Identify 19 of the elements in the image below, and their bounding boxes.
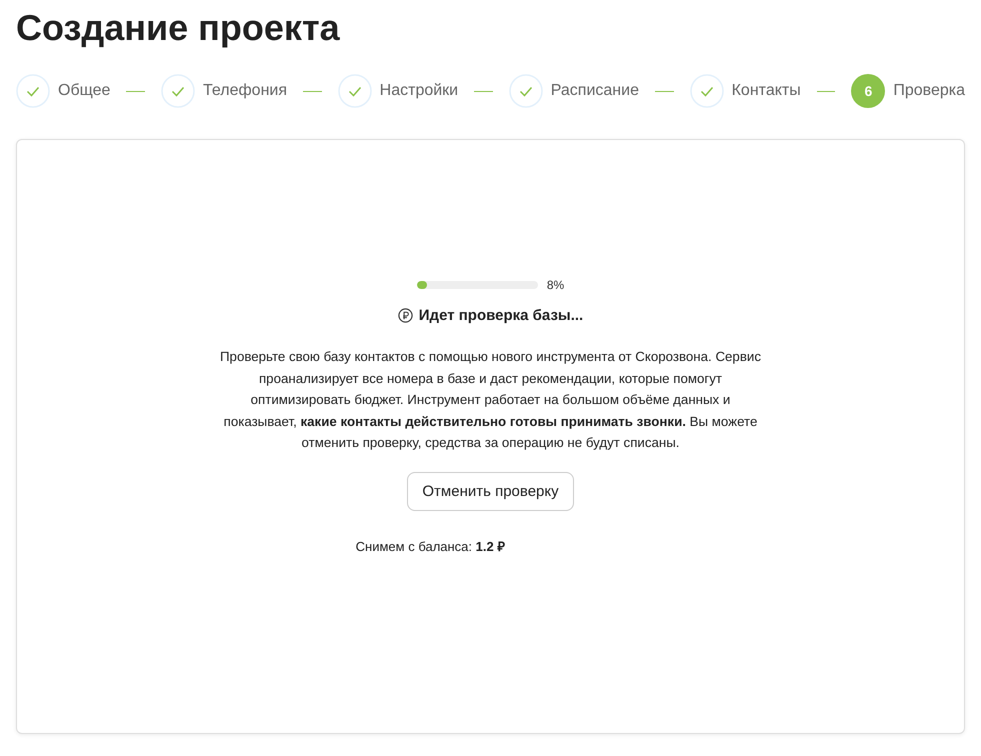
page-title: Создание проекта [16,6,341,50]
check-icon [16,74,50,108]
ruble-icon [398,308,413,323]
step-item[interactable]: Расписание [508,74,639,108]
step-item[interactable]: Телефония [161,74,288,108]
progress-percent: 8% [546,278,564,292]
check-icon [161,74,196,108]
step-item[interactable]: Настройки [338,74,458,108]
check-icon [338,74,372,108]
status-text: Идет проверка базы... [418,307,584,324]
step-number: 6 [851,74,886,108]
check-icon [690,74,724,108]
check-icon [508,74,543,108]
step-item[interactable]: Общее [16,74,110,108]
step-item[interactable]: Контакты [690,74,801,108]
step-item[interactable]: 6 Проверка [851,74,966,108]
cancel-button[interactable]: Отменить проверку [407,472,574,510]
description-text: Проверьте свою базу контактов с помощью нового инструмента от Скорозвона. Сервис проанализирует все номера в базе и даст рекомендации, которые помогут оптимизировать бюджет. Инструмент работает на большом объёме данных и показывает, какие контакты действительно готовы принимать звонки. Вы можете отменить проверку, средства за операцию не будут списаны. [219,348,762,452]
balance-text: Снимем с баланса: 1.2 ₽ [356,538,506,554]
